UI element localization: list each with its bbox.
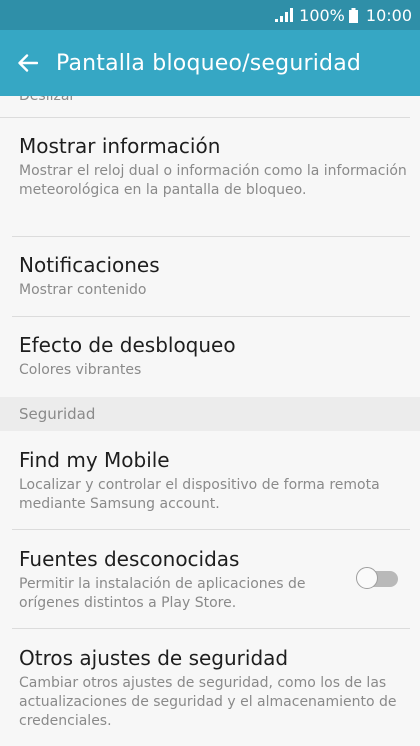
back-arrow-icon	[18, 54, 38, 72]
list-item-otros-ajustes-seguridad[interactable]: Otros ajustes de seguridad Cambiar otros…	[0, 629, 420, 746]
partial-item-summary: Deslizar	[19, 96, 76, 104]
item-summary: Permitir la instalación de aplicaciones …	[19, 576, 306, 611]
item-summary: Mostrar contenido	[19, 282, 147, 298]
app-bar: Pantalla bloqueo/seguridad	[0, 30, 420, 96]
status-bar: 100% 10:00	[0, 0, 420, 30]
partial-list-item[interactable]: Deslizar	[0, 96, 410, 118]
list-item-find-my-mobile[interactable]: Find my Mobile Localizar y controlar el …	[0, 431, 420, 530]
item-summary: Localizar y controlar el dispositivo de …	[19, 477, 380, 512]
section-header-seguridad: Seguridad	[0, 397, 420, 431]
list-item-fuentes-desconocidas[interactable]: Fuentes desconocidas Permitir la instala…	[0, 530, 420, 629]
toggle-thumb	[356, 567, 378, 589]
list-item-mostrar-informacion[interactable]: Mostrar información Mostrar el reloj dua…	[0, 118, 420, 237]
settings-list[interactable]: Deslizar Mostrar información Mostrar el …	[0, 96, 420, 746]
clock: 10:00	[365, 5, 412, 25]
item-title: Find my Mobile	[19, 448, 170, 472]
battery-percentage: 100%	[299, 5, 345, 25]
item-summary: Colores vibrantes	[19, 362, 142, 378]
item-title: Mostrar información	[19, 134, 221, 158]
list-item-efecto-desbloqueo[interactable]: Efecto de desbloqueo Colores vibrantes	[0, 317, 420, 397]
page-title: Pantalla bloqueo/seguridad	[56, 50, 362, 76]
list-item-notificaciones[interactable]: Notificaciones Mostrar contenido	[0, 237, 420, 317]
signal-icon	[275, 8, 294, 22]
back-button[interactable]	[0, 30, 56, 96]
item-title: Notificaciones	[19, 253, 160, 277]
item-title: Efecto de desbloqueo	[19, 333, 236, 357]
battery-icon	[348, 7, 358, 23]
item-summary: Mostrar el reloj dual o información como…	[19, 163, 407, 198]
unknown-sources-toggle[interactable]	[356, 567, 398, 591]
item-title: Fuentes desconocidas	[19, 547, 240, 571]
item-summary: Cambiar otros ajustes de seguridad, como…	[19, 675, 397, 729]
item-title: Otros ajustes de seguridad	[19, 646, 289, 670]
